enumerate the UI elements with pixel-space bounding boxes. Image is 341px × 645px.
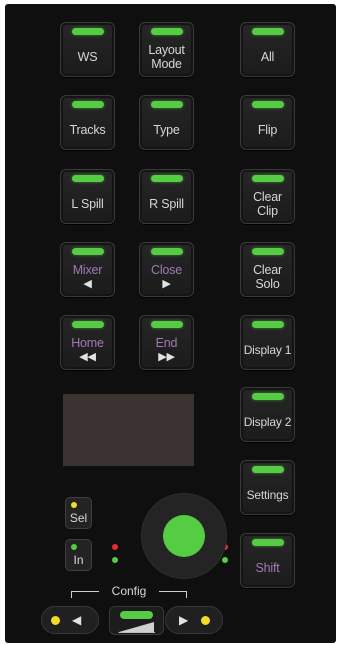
rotary-encoder[interactable] xyxy=(141,493,227,579)
display-1-led xyxy=(251,321,284,328)
settings-label: Settings xyxy=(246,487,289,502)
layout-mode-button[interactable]: Layout Mode xyxy=(139,22,194,77)
config-label-text: Config xyxy=(111,584,147,598)
tracks-led xyxy=(71,101,104,108)
home-label: Home xyxy=(71,336,104,350)
all-label: All xyxy=(260,49,275,64)
clear-clip-button[interactable]: Clear Clip xyxy=(240,169,295,224)
ramp-icon xyxy=(118,622,155,633)
layout-mode-label-line2: Mode xyxy=(151,56,182,71)
left-green-indicator xyxy=(112,557,118,563)
config-right-arrow-icon: ▶ xyxy=(179,613,189,627)
layout-mode-label-line1: Layout xyxy=(148,42,185,57)
end-label: End xyxy=(155,336,178,350)
display-screen xyxy=(63,394,194,466)
shift-button[interactable]: Shift xyxy=(240,533,295,588)
display-2-led xyxy=(251,393,284,400)
sel-label: Sel xyxy=(69,511,88,525)
in-led xyxy=(71,544,77,550)
right-arrow-icon: ▶ xyxy=(162,278,171,290)
display-2-button[interactable]: Display 2 xyxy=(240,387,295,442)
left-red-indicator xyxy=(112,544,118,550)
shift-label: Shift xyxy=(255,560,280,575)
l-spill-label: L Spill xyxy=(71,196,104,211)
all-led xyxy=(251,28,284,35)
tracks-button[interactable]: Tracks xyxy=(60,95,115,150)
end-button[interactable]: End ▶▶ xyxy=(139,315,194,370)
in-button[interactable]: In xyxy=(65,539,92,571)
in-label: In xyxy=(73,553,84,567)
control-surface-panel: WS Layout Mode All Tracks Type Flip L Sp… xyxy=(5,4,336,643)
settings-led xyxy=(251,466,284,473)
clear-clip-label-line2: Clip xyxy=(257,203,278,218)
right-green-indicator xyxy=(222,557,228,563)
fast-forward-icon: ▶▶ xyxy=(158,351,175,363)
shift-led xyxy=(251,539,284,546)
close-label: Close xyxy=(151,263,182,277)
clear-solo-button[interactable]: Clear Solo xyxy=(240,242,295,297)
flip-led xyxy=(251,101,284,108)
ws-button[interactable]: WS xyxy=(60,22,115,77)
clear-clip-led xyxy=(251,175,284,182)
ws-led xyxy=(71,28,104,35)
home-button[interactable]: Home ◀◀ xyxy=(60,315,115,370)
r-spill-label: R Spill xyxy=(149,196,184,211)
l-spill-button[interactable]: L Spill xyxy=(60,169,115,224)
flip-button[interactable]: Flip xyxy=(240,95,295,150)
config-center-button[interactable] xyxy=(109,606,164,635)
layout-mode-led xyxy=(150,28,183,35)
sel-led xyxy=(71,502,77,508)
left-arrow-icon: ◀ xyxy=(83,278,92,290)
mixer-label: Mixer xyxy=(72,263,103,277)
display-1-button[interactable]: Display 1 xyxy=(240,315,295,370)
config-center-led xyxy=(120,611,153,619)
tracks-label: Tracks xyxy=(69,122,106,137)
clear-solo-label-line2: Solo xyxy=(255,276,280,291)
r-spill-led xyxy=(150,175,183,182)
l-spill-led xyxy=(71,175,104,182)
flip-label: Flip xyxy=(257,122,278,137)
settings-button[interactable]: Settings xyxy=(240,460,295,515)
config-left-button[interactable]: ◀ xyxy=(41,606,99,634)
close-led xyxy=(150,248,183,255)
rewind-icon: ◀◀ xyxy=(79,351,96,363)
config-group-label: Config xyxy=(71,584,187,598)
home-led xyxy=(71,321,104,328)
type-label: Type xyxy=(153,122,180,137)
config-left-led xyxy=(51,616,60,625)
close-button[interactable]: Close ▶ xyxy=(139,242,194,297)
config-right-led xyxy=(201,616,210,625)
display-1-label: Display 1 xyxy=(243,342,292,357)
all-button[interactable]: All xyxy=(240,22,295,77)
display-2-label: Display 2 xyxy=(243,414,292,429)
config-right-button[interactable]: ▶ xyxy=(165,606,223,634)
clear-clip-label-line1: Clear xyxy=(253,189,282,204)
mixer-led xyxy=(71,248,104,255)
config-left-arrow-icon: ◀ xyxy=(72,613,82,627)
r-spill-button[interactable]: R Spill xyxy=(139,169,194,224)
clear-solo-label-line1: Clear xyxy=(253,262,282,277)
clear-solo-led xyxy=(251,248,284,255)
type-button[interactable]: Type xyxy=(139,95,194,150)
end-led xyxy=(150,321,183,328)
sel-button[interactable]: Sel xyxy=(65,497,92,529)
mixer-button[interactable]: Mixer ◀ xyxy=(60,242,115,297)
ws-label: WS xyxy=(77,49,98,64)
encoder-knob[interactable] xyxy=(163,515,205,557)
type-led xyxy=(150,101,183,108)
